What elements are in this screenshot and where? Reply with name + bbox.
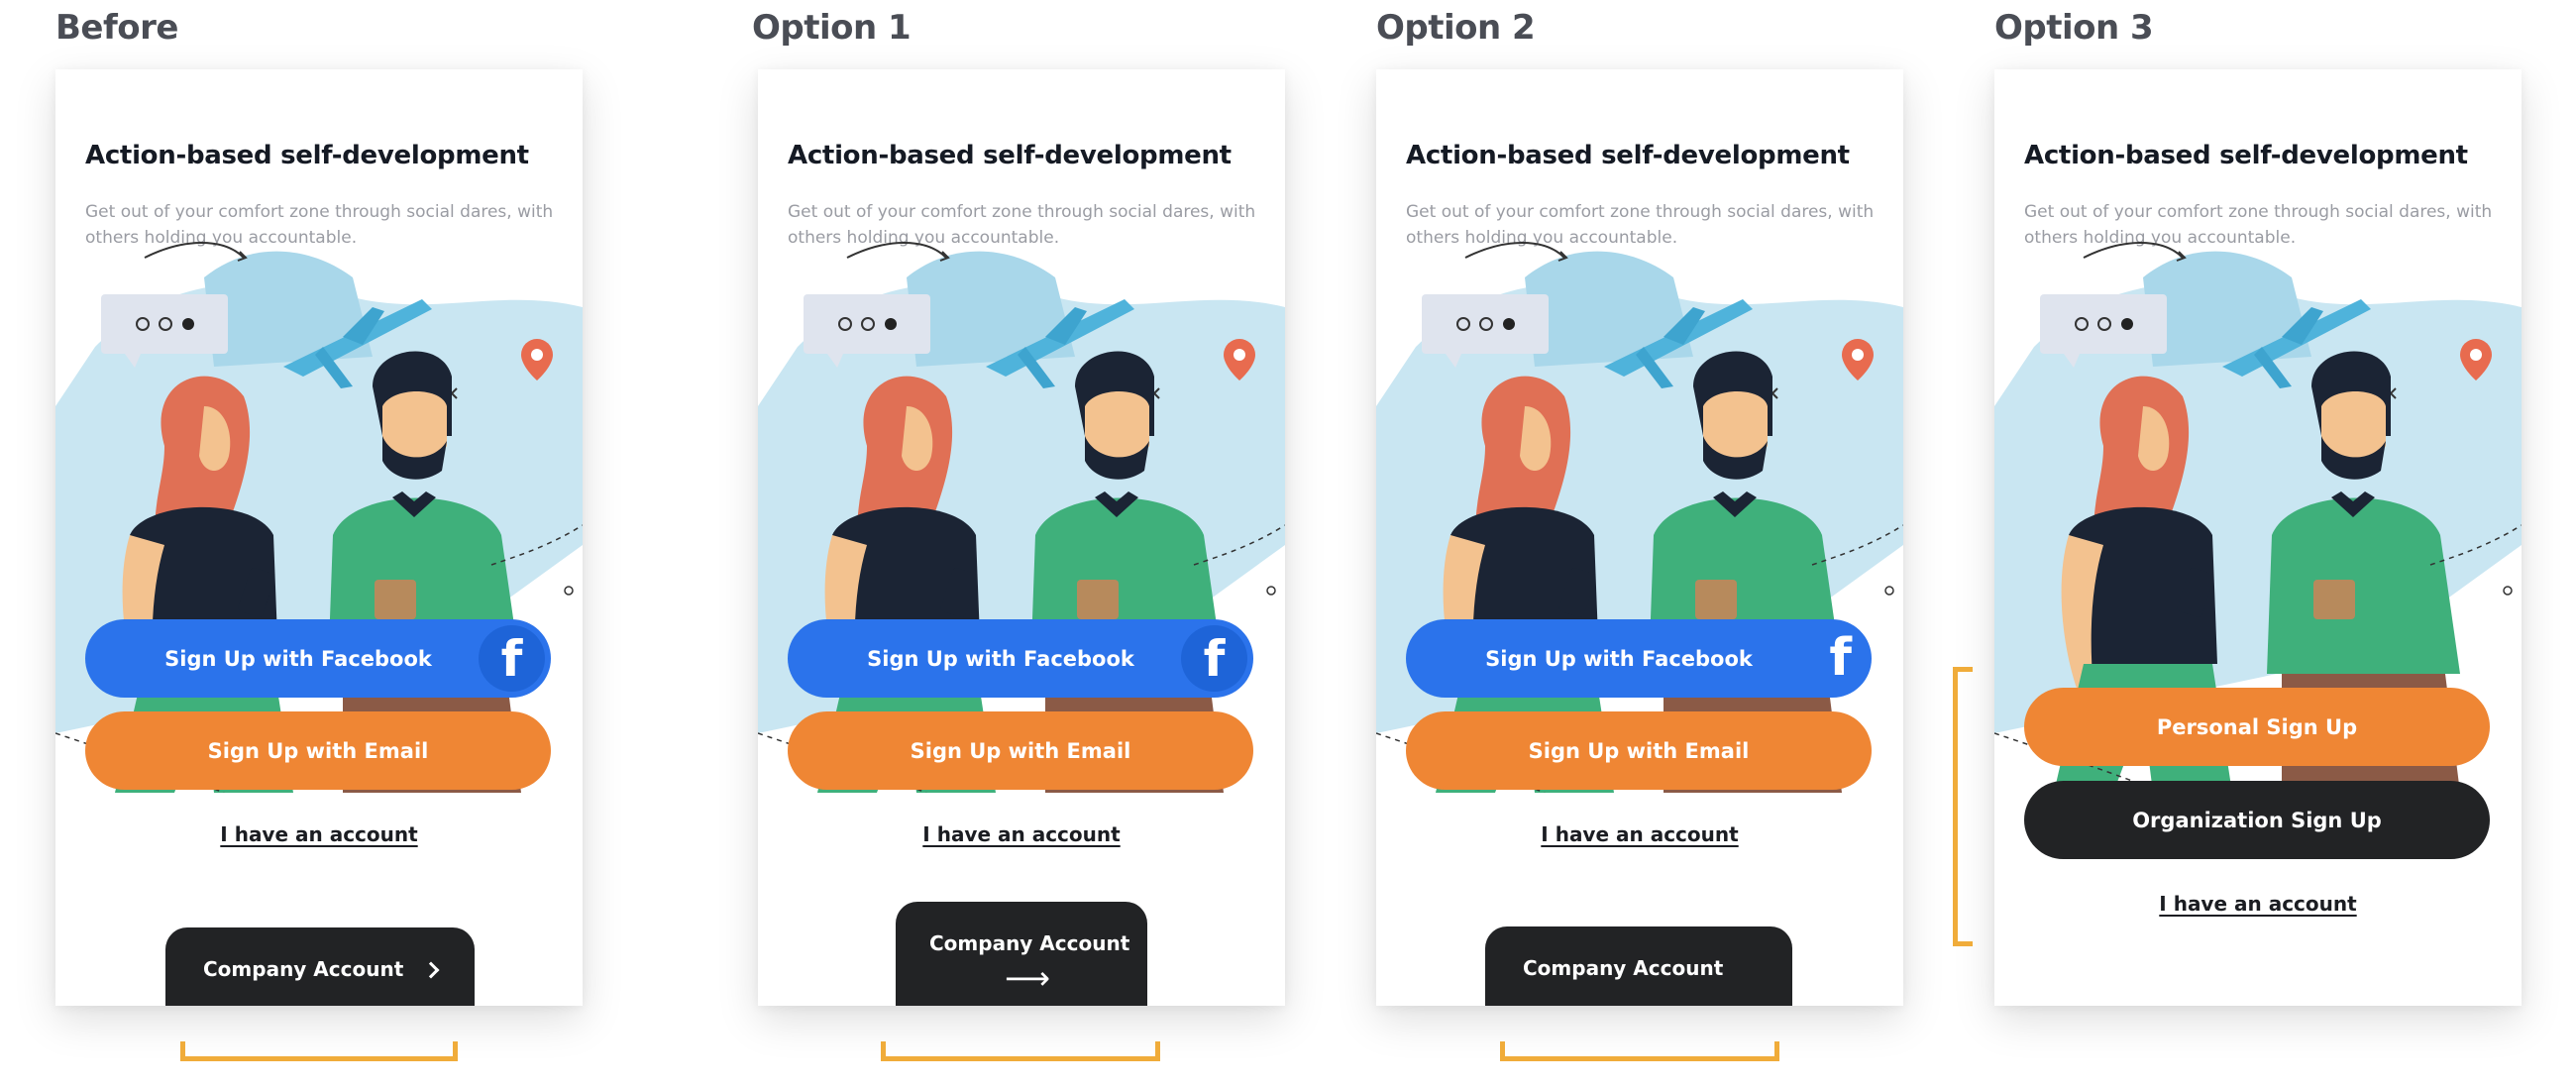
company-account-button[interactable]: Company Account [1485,926,1792,1006]
email-signup-button[interactable]: Sign Up with Email [1406,711,1872,790]
phone-screen-before: Action-based self-development Get out of… [55,69,583,1006]
facebook-signup-label: Sign Up with Facebook [867,646,1134,671]
variant-label-option-2: Option 2 [1376,8,1536,48]
highlight-bracket [1500,1041,1779,1061]
variant-label-before: Before [55,8,178,48]
email-signup-button[interactable]: Sign Up with Email [85,711,551,790]
company-account-button[interactable]: Company Account [165,927,475,1006]
page-title: Action-based self-development [85,141,529,170]
company-account-button[interactable]: Company Account ⟶ [896,902,1147,1006]
page-title: Action-based self-development [1406,141,1850,170]
organization-signup-button[interactable]: Organization Sign Up [2024,781,2490,859]
have-account-link[interactable]: I have an account [758,822,1285,846]
have-account-link[interactable]: I have an account [1994,892,2522,916]
highlight-bracket [881,1041,1160,1061]
phone-screen-option-1: Action-based self-development Get out of… [758,69,1285,1006]
highlight-bracket [1953,667,1973,946]
chevron-right-icon [422,961,440,979]
page-title: Action-based self-development [2024,141,2468,170]
personal-signup-button[interactable]: Personal Sign Up [2024,688,2490,766]
people-travel-illustration [758,238,1285,793]
highlight-bracket [180,1041,458,1061]
facebook-icon: f [479,625,545,692]
company-account-label: Company Account [929,931,1130,955]
facebook-signup-button[interactable]: Sign Up with Facebook f [788,619,1253,698]
variant-label-option-3: Option 3 [1994,8,2154,48]
variant-label-option-1: Option 1 [752,8,912,48]
company-account-label: Company Account [203,957,404,981]
facebook-icon: f [1829,628,1852,688]
phone-screen-option-2: Action-based self-development Get out of… [1376,69,1903,1006]
people-travel-illustration [55,238,583,793]
email-signup-button[interactable]: Sign Up with Email [788,711,1253,790]
have-account-link[interactable]: I have an account [55,822,583,846]
arrow-right-icon: ⟶ [1005,959,1050,997]
facebook-signup-button[interactable]: Sign Up with Facebook f [1406,619,1872,698]
facebook-signup-label: Sign Up with Facebook [1485,646,1753,671]
facebook-icon: f [1181,625,1247,692]
people-travel-illustration [1376,238,1903,793]
page-title: Action-based self-development [788,141,1232,170]
company-account-label: Company Account [1523,956,1724,980]
have-account-link[interactable]: I have an account [1376,822,1903,846]
phone-screen-option-3: Action-based self-development Get out of… [1994,69,2522,1006]
facebook-signup-button[interactable]: Sign Up with Facebook f [85,619,551,698]
facebook-signup-label: Sign Up with Facebook [164,646,432,671]
